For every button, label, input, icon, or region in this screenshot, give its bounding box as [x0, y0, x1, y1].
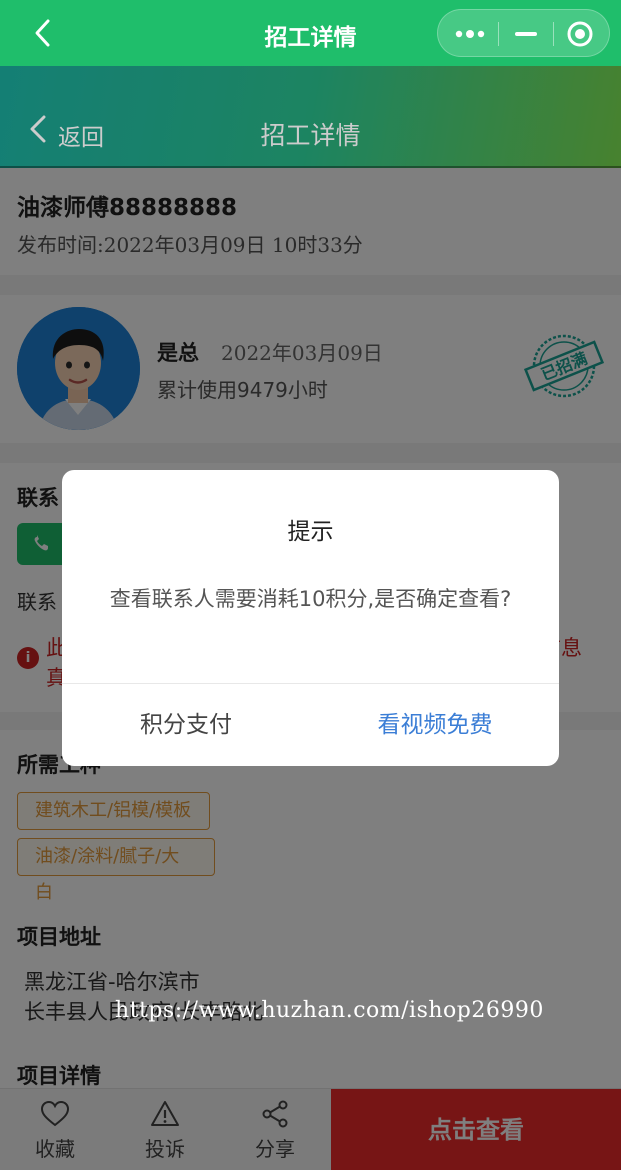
- minimize-icon[interactable]: [515, 32, 537, 36]
- points-pay-button[interactable]: 积分支付: [62, 684, 310, 766]
- capsule-divider: [553, 22, 554, 46]
- confirm-dialog: 提示 查看联系人需要消耗10积分,是否确定查看? 积分支付 看视频免费: [62, 470, 559, 766]
- watermark-text: https://www.huzhan.com/ishop26990: [115, 998, 544, 1023]
- header-overlay: [0, 66, 621, 166]
- more-icon[interactable]: [455, 30, 485, 38]
- watch-video-free-button[interactable]: 看视频免费: [311, 684, 559, 766]
- wechat-nav-bar: 招工详情: [0, 0, 621, 66]
- dialog-message: 查看联系人需要消耗10积分,是否确定查看?: [109, 587, 512, 611]
- target-icon[interactable]: [566, 20, 594, 48]
- menu-capsule: [437, 9, 610, 57]
- capsule-divider: [498, 22, 499, 46]
- dialog-title: 提示: [287, 519, 334, 545]
